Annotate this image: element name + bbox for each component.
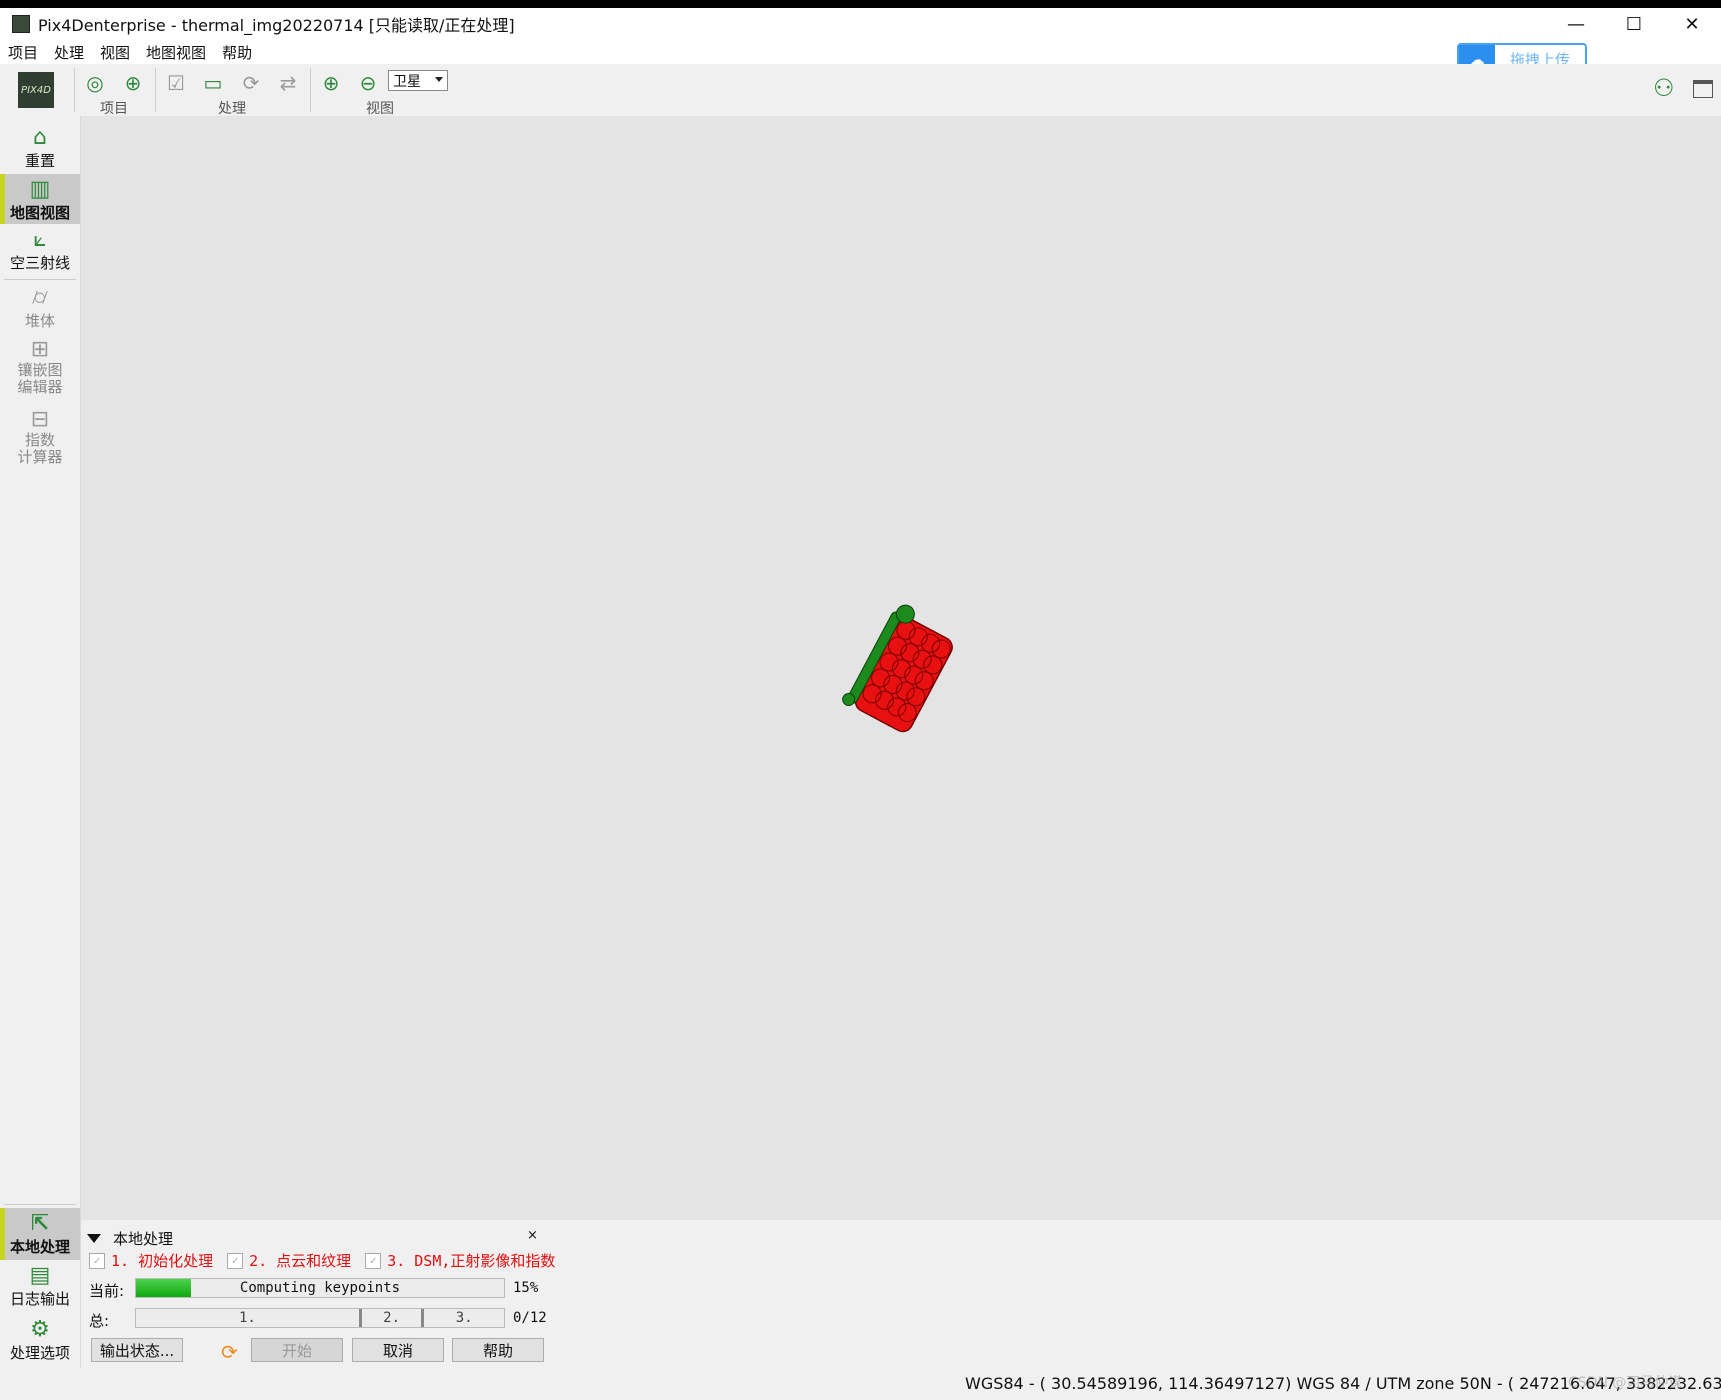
sidebar-item-volumes[interactable]: ⌭ 堆体 — [0, 286, 80, 332]
pix4d-logo: PIX4D — [18, 72, 54, 108]
sidebar: ⌂ 重置 ▥ 地图视图 ⟀ 空三射线 ⌭ 堆体 ⊞ 镶嵌图 编辑器 ⊟ 指数 计… — [0, 116, 81, 1378]
zoom-in-icon[interactable]: ⊕ — [318, 70, 344, 96]
toolbar-separator — [155, 68, 156, 112]
sidebar-item-label: 空三射线 — [9, 254, 70, 272]
step-label: 3. DSM,正射影像和指数 — [387, 1252, 556, 1270]
reprocess-icon[interactable]: ⟳ — [238, 70, 264, 96]
sidebar-item-label: 镶嵌图 编辑器 — [17, 361, 63, 396]
sidebar-item-log-output[interactable]: ▤ 日志输出 — [0, 1264, 80, 1314]
basemap-select-value: 卫星 — [393, 73, 421, 90]
output-status-button[interactable]: 输出状态... — [91, 1338, 183, 1362]
processing-steps: ✓ 1. 初始化处理 ✓ 2. 点云和纹理 ✓ 3. DSM,正射影像和指数 — [89, 1250, 569, 1271]
sidebar-item-reset[interactable]: ⌂ 重置 — [0, 126, 80, 172]
toolbar-group-process: 处理 — [218, 101, 246, 117]
start-button[interactable]: 开始 — [251, 1338, 343, 1362]
toolbar-group-project: 项目 — [100, 101, 128, 117]
mosaic-icon: ⊞ — [30, 337, 50, 362]
app-icon — [12, 15, 30, 33]
export-icon: ⇱ — [30, 1211, 50, 1236]
cancel-button[interactable]: 取消 — [352, 1338, 444, 1362]
sidebar-divider — [4, 279, 76, 280]
top-edge — [0, 0, 1721, 8]
sidebar-item-mosaic-editor[interactable]: ⊞ 镶嵌图 编辑器 — [0, 338, 80, 404]
sidebar-item-label: 堆体 — [24, 312, 55, 330]
step-3[interactable]: ✓ 3. DSM,正射影像和指数 — [365, 1250, 555, 1271]
close-button[interactable]: ✕ — [1663, 8, 1721, 40]
zoom-out-icon[interactable]: ⊖ — [355, 70, 381, 96]
calculator-icon: ⊟ — [30, 407, 50, 432]
toolbar-separator — [310, 68, 311, 112]
menu-process[interactable]: 处理 — [46, 42, 92, 63]
sidebar-item-label: 日志输出 — [9, 1290, 70, 1308]
processing-panel-header[interactable]: 本地处理 — [87, 1228, 173, 1249]
gear-icon: ⚙ — [30, 1317, 50, 1342]
total-label: 总: — [89, 1312, 110, 1330]
menu-view[interactable]: 视图 — [92, 42, 138, 63]
minimize-button[interactable]: — — [1547, 8, 1605, 40]
sidebar-item-label: 处理选项 — [9, 1344, 70, 1362]
folder-open-icon[interactable]: ▭ — [200, 70, 226, 96]
step-checkbox[interactable]: ✓ — [365, 1252, 382, 1269]
menu-project[interactable]: 项目 — [0, 42, 46, 63]
axes-icon: ⟀ — [33, 227, 47, 252]
status-bar: WGS84 - ( 30.54589196, 114.36497127) WGS… — [0, 1368, 1721, 1400]
watermark: CSDN @司马仲谋 — [1568, 1375, 1683, 1391]
camera-icon[interactable]: ◎ — [82, 70, 108, 96]
current-progress-bar: Computing keypoints — [135, 1278, 505, 1298]
step-label: 1. 初始化处理 — [111, 1252, 214, 1270]
total-segment-3: 3. — [455, 1310, 473, 1326]
maximize-button[interactable]: ☐ — [1605, 8, 1663, 40]
cylinder-icon: ⌭ — [32, 285, 48, 310]
sidebar-item-processing-options[interactable]: ⚙ 处理选项 — [0, 1318, 80, 1368]
sidebar-item-label: 地图视图 — [9, 204, 70, 222]
sidebar-item-map-view[interactable]: ▥ 地图视图 — [0, 174, 80, 224]
sidebar-item-index-calculator[interactable]: ⊟ 指数 计算器 — [0, 408, 80, 474]
camera-positions-layer — [842, 604, 953, 733]
home-icon: ⌂ — [33, 125, 47, 150]
crosshair-icon[interactable]: ⊕ — [120, 70, 146, 96]
step-2[interactable]: ✓ 2. 点云和纹理 — [227, 1250, 351, 1271]
progress-text: Computing keypoints — [239, 1280, 401, 1296]
toolbar-group-view: 视图 — [366, 101, 394, 117]
total-count: 0/12 — [513, 1310, 547, 1326]
step-checkbox[interactable]: ✓ — [227, 1252, 244, 1269]
local-processing-panel: 本地处理 × ✓ 1. 初始化处理 ✓ 2. 点云和纹理 ✓ 3. DSM,正射… — [81, 1222, 1721, 1368]
sidebar-divider — [4, 1204, 76, 1205]
total-segment-1: 1. — [136, 1309, 362, 1327]
step-checkbox[interactable]: ✓ — [89, 1252, 105, 1269]
menu-help[interactable]: 帮助 — [214, 42, 260, 63]
step-label: 2. 点云和纹理 — [249, 1252, 352, 1270]
refresh-icon[interactable]: ⟳ — [221, 1340, 238, 1364]
title-bar: Pix4Denterprise - thermal_img20220714 [只… — [0, 8, 1721, 40]
toolbar-separator — [74, 68, 75, 112]
user-icon[interactable]: ⚇ — [1653, 74, 1675, 102]
map-view[interactable] — [81, 116, 1721, 1220]
panel-toggle-icon[interactable] — [1693, 80, 1713, 98]
help-button[interactable]: 帮助 — [452, 1338, 544, 1362]
collapse-triangle-icon[interactable] — [87, 1234, 101, 1243]
processing-panel-title: 本地处理 — [113, 1230, 174, 1248]
sidebar-item-local-processing[interactable]: ⇱ 本地处理 — [0, 1208, 80, 1260]
basemap-select[interactable]: 卫星 — [388, 70, 448, 91]
current-label: 当前: — [89, 1282, 125, 1300]
sidebar-item-label: 本地处理 — [9, 1238, 70, 1256]
rematch-icon[interactable]: ⇄ — [275, 70, 301, 96]
total-progress-bar: 1. 2. 3. — [135, 1308, 505, 1328]
window-controls: — ☐ ✕ — [1547, 8, 1721, 40]
sidebar-item-ray-cloud[interactable]: ⟀ 空三射线 — [0, 228, 80, 274]
total-segment-2: 2. — [362, 1309, 425, 1327]
image-cluster — [842, 604, 953, 733]
sidebar-item-label: 重置 — [24, 152, 55, 170]
map-icon: ▥ — [29, 177, 51, 202]
check-document-icon[interactable]: ☑ — [163, 70, 189, 96]
menu-map-view[interactable]: 地图视图 — [138, 42, 214, 63]
log-icon: ▤ — [29, 1263, 51, 1288]
step-1[interactable]: ✓ 1. 初始化处理 — [89, 1250, 213, 1271]
processing-panel-close-button[interactable]: × — [527, 1228, 538, 1243]
window-title: Pix4Denterprise - thermal_img20220714 [只… — [38, 16, 515, 35]
chevron-down-icon — [435, 77, 443, 82]
sidebar-item-label: 指数 计算器 — [17, 431, 63, 466]
current-percent: 15% — [513, 1280, 539, 1296]
